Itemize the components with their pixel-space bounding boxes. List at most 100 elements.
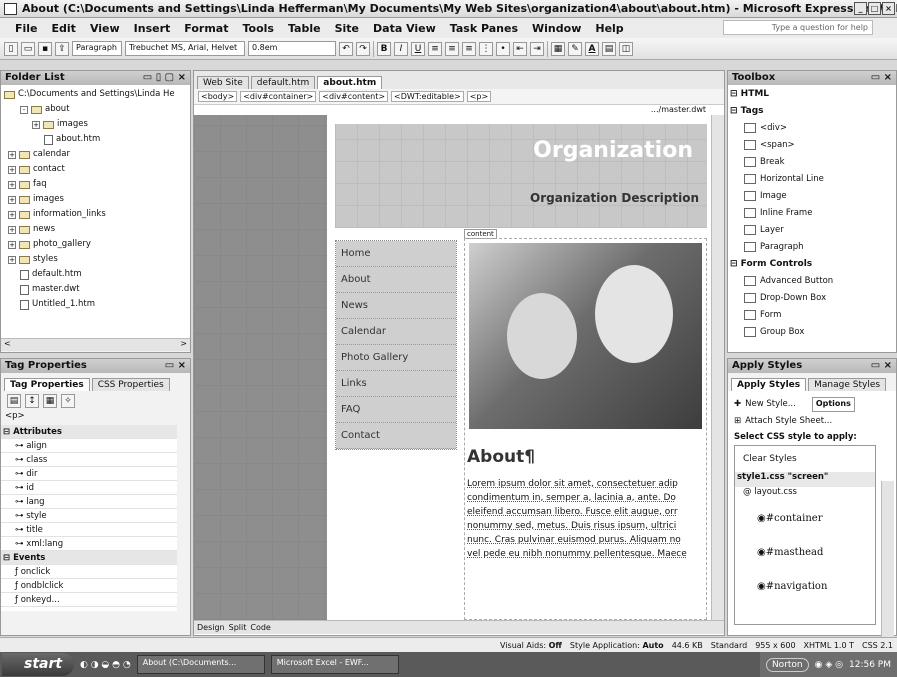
expand-icon[interactable]: +	[8, 210, 16, 219]
sort-az-icon[interactable]: ↕	[25, 394, 39, 408]
attribute-row[interactable]: ⊶ xml:lang	[1, 537, 177, 551]
content-region[interactable]: About¶ Lorem ipsum dolor sit amet, conse…	[464, 238, 707, 620]
view-tab-split[interactable]: Split	[229, 623, 247, 632]
toolbox-item[interactable]: Paragraph	[730, 238, 896, 255]
tree-item[interactable]: + calendar	[4, 147, 187, 162]
doctype[interactable]: XHTML 1.0 T	[804, 641, 854, 650]
panel-close-icon[interactable]: ▭ ▯ ▢ ×	[143, 72, 186, 84]
event-row[interactable]: ƒ ondblclick	[1, 579, 177, 593]
help-search-input[interactable]: Type a question for help	[723, 20, 873, 35]
tree-item[interactable]: + images	[4, 117, 187, 132]
expand-icon[interactable]: +	[8, 180, 16, 189]
start-button[interactable]: start	[2, 653, 74, 676]
panel-close-icon[interactable]: ▭ ×	[165, 360, 186, 372]
breadcrumb-tag[interactable]: <body>	[198, 91, 238, 102]
nav-link[interactable]: FAQ	[336, 397, 456, 423]
breadcrumb-tag[interactable]: <p>	[466, 91, 492, 102]
tree-item[interactable]: + faq	[4, 177, 187, 192]
menu-window[interactable]: Window	[525, 22, 588, 35]
attribute-row[interactable]: ⊶ class	[1, 453, 177, 467]
menu-edit[interactable]: Edit	[45, 22, 83, 35]
toolbox-item[interactable]: Inline Frame	[730, 204, 896, 221]
view-tab-design[interactable]: Design	[197, 623, 225, 632]
toolbox-tags-group[interactable]: ⊟ Tags	[730, 102, 896, 119]
bullet-list-icon[interactable]: •	[496, 41, 510, 56]
layers-icon[interactable]: ◫	[619, 41, 633, 56]
tab-tag-properties[interactable]: Tag Properties	[4, 378, 90, 391]
attribute-row[interactable]: ⊶ dir	[1, 467, 177, 481]
publish-icon[interactable]: ⇪	[55, 41, 69, 56]
css-schema[interactable]: CSS 2.1	[862, 641, 893, 650]
menu-data-view[interactable]: Data View	[366, 22, 443, 35]
expand-icon[interactable]: +	[8, 240, 16, 249]
open-icon[interactable]: ▭	[21, 41, 35, 56]
tree-item[interactable]: default.htm	[4, 267, 187, 282]
expand-icon[interactable]: +	[8, 225, 16, 234]
toolbox-item[interactable]: Horizontal Line	[730, 170, 896, 187]
bold-icon[interactable]: B	[377, 41, 391, 56]
expand-icon[interactable]: +	[8, 165, 16, 174]
collapse-icon[interactable]: -	[20, 105, 28, 114]
tree-root[interactable]: C:\Documents and Settings\Linda He	[4, 87, 187, 102]
tree-item[interactable]: Untitled_1.htm	[4, 297, 187, 312]
attribute-row[interactable]: ⊶ id	[1, 481, 177, 495]
menu-tools[interactable]: Tools	[235, 22, 280, 35]
indent-icon[interactable]: ⇥	[530, 41, 544, 56]
horizontal-scrollbar[interactable]: < >	[1, 338, 190, 351]
stylesheet-item[interactable]: style1.css "screen"	[735, 472, 875, 487]
event-row[interactable]: ƒ onkeyd...	[1, 593, 177, 607]
attribute-row[interactable]: ⊶ title	[1, 523, 177, 537]
menu-format[interactable]: Format	[177, 22, 235, 35]
attach-style-sheet-link[interactable]: Attach Style Sheet...	[745, 416, 832, 426]
undo-icon[interactable]: ↶	[339, 41, 353, 56]
toolbox-item[interactable]: Break	[730, 153, 896, 170]
task-excel[interactable]: Microsoft Excel - EWF...	[270, 655, 399, 674]
tree-item[interactable]: + photo_gallery	[4, 237, 187, 252]
expand-icon[interactable]: +	[8, 195, 16, 204]
attribute-row[interactable]: ⊶ style	[1, 509, 177, 523]
font-dropdown[interactable]: Trebuchet MS, Arial, Helvet	[125, 41, 245, 56]
nav-link[interactable]: Contact	[336, 423, 456, 449]
new-page-icon[interactable]: ▯	[4, 41, 18, 56]
doc-tab[interactable]: default.htm	[250, 76, 316, 89]
tree-item[interactable]: + information_links	[4, 207, 187, 222]
attributes-group[interactable]: ⊟ Attributes	[1, 425, 177, 439]
breadcrumb-tag[interactable]: <div#container>	[240, 91, 317, 102]
close-button[interactable]: ×	[882, 2, 895, 15]
menu-view[interactable]: View	[83, 22, 127, 35]
menu-file[interactable]: File	[8, 22, 45, 35]
toolbox-item[interactable]: Image	[730, 187, 896, 204]
highlight-icon[interactable]: ✎	[568, 41, 582, 56]
attribute-row[interactable]: ⊶ lang	[1, 495, 177, 509]
menu-task-panes[interactable]: Task Panes	[443, 22, 525, 35]
events-group[interactable]: ⊟ Events	[1, 551, 177, 565]
show-set-icon[interactable]: ▦	[43, 394, 57, 408]
toolbox-item[interactable]: Layer	[730, 221, 896, 238]
toolbox-item[interactable]: Drop-Down Box	[730, 289, 896, 306]
new-style-link[interactable]: New Style...	[745, 399, 796, 409]
menu-insert[interactable]: Insert	[127, 22, 178, 35]
outdent-icon[interactable]: ⇤	[513, 41, 527, 56]
save-icon[interactable]: ▪	[38, 41, 52, 56]
tree-item[interactable]: about.htm	[4, 132, 187, 147]
nav-link[interactable]: Calendar	[336, 319, 456, 345]
tab-manage-styles[interactable]: Manage Styles	[808, 378, 887, 391]
expand-icon[interactable]: +	[8, 255, 16, 264]
page-body-text[interactable]: Lorem ipsum dolor sit amet, consectetuer…	[465, 477, 706, 561]
expand-icon[interactable]: +	[32, 120, 40, 129]
tree-item[interactable]: + contact	[4, 162, 187, 177]
expand-icon[interactable]: +	[8, 150, 16, 159]
menu-table[interactable]: Table	[281, 22, 328, 35]
nav-link[interactable]: News	[336, 293, 456, 319]
doc-tab[interactable]: about.htm	[317, 76, 383, 89]
panel-close-icon[interactable]: ▭ ×	[871, 360, 892, 372]
toolbox-item[interactable]: Group Box	[730, 323, 896, 340]
border-icon[interactable]: ▦	[551, 41, 565, 56]
size-dropdown[interactable]: 0.8em	[248, 41, 336, 56]
redo-icon[interactable]: ↷	[356, 41, 370, 56]
nav-link[interactable]: Links	[336, 371, 456, 397]
import-item[interactable]: @ layout.css	[735, 487, 875, 502]
css-rule-item[interactable]: ◉#masthead	[735, 536, 875, 570]
tray-icons[interactable]: ◉ ◈ ◎	[815, 660, 843, 670]
attribute-row[interactable]: ⊶ align	[1, 439, 177, 453]
